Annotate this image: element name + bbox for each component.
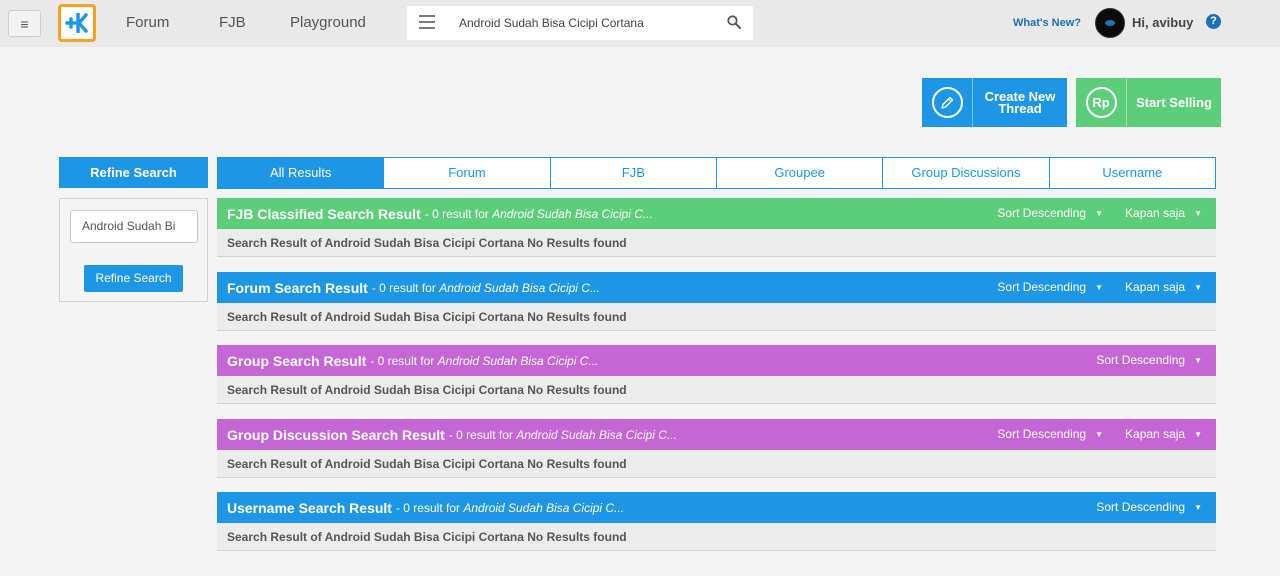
section-body: Search Result of Android Sudah Bisa Cici…: [217, 229, 1216, 257]
search-bar[interactable]: Android Sudah Bisa Cicipi Cortana: [407, 6, 753, 40]
start-selling-label: Start Selling: [1136, 94, 1212, 110]
logo-k-icon: [65, 13, 88, 33]
nav-forum[interactable]: Forum: [126, 14, 169, 31]
forum-result-section: Forum Search Result - 0 result for Andro…: [217, 272, 1216, 331]
result-query: Android Sudah Bisa Cicipi C...: [439, 280, 600, 295]
search-input[interactable]: Android Sudah Bisa Cicipi Cortana: [459, 16, 644, 30]
start-selling-button[interactable]: Rp Start Selling: [1076, 78, 1221, 127]
refine-search-button[interactable]: Refine Search: [84, 265, 183, 292]
kaskus-logo[interactable]: [58, 4, 96, 42]
caret-down-icon: ▼: [1095, 282, 1104, 292]
result-query: Android Sudah Bisa Cicipi C...: [516, 427, 677, 442]
section-title: Group Discussion Search Result: [227, 426, 445, 443]
tab-groupee[interactable]: Groupee: [717, 158, 884, 188]
group-discussion-result-section: Group Discussion Search Result - 0 resul…: [217, 419, 1216, 478]
caret-down-icon: ▼: [1095, 429, 1104, 439]
time-dropdown[interactable]: Kapan saja ▼: [1125, 427, 1202, 441]
section-title: Group Search Result: [227, 352, 367, 369]
caret-down-icon: ▼: [1194, 502, 1202, 512]
nav-playground[interactable]: Playground: [290, 14, 366, 31]
avatar[interactable]: [1095, 8, 1125, 38]
caret-down-icon: ▼: [1095, 208, 1104, 218]
sort-dropdown[interactable]: Sort Descending ▼: [1096, 353, 1202, 367]
time-dropdown[interactable]: Kapan saja ▼: [1125, 280, 1202, 294]
tab-group-discussions[interactable]: Group Discussions: [883, 158, 1050, 188]
section-title: Forum Search Result: [227, 279, 368, 296]
section-body: Search Result of Android Sudah Bisa Cici…: [217, 523, 1216, 551]
result-count: - 0 result for: [371, 280, 436, 295]
create-label-line2: Thread: [998, 100, 1042, 116]
nav-fjb[interactable]: FJB: [219, 14, 246, 31]
caret-down-icon: ▼: [1194, 355, 1202, 365]
username-result-section: Username Search Result - 0 result for An…: [217, 492, 1216, 551]
section-header: FJB Classified Search Result - 0 result …: [217, 198, 1216, 229]
fjb-result-section: FJB Classified Search Result - 0 result …: [217, 198, 1216, 257]
sort-dropdown[interactable]: Sort Descending ▼: [997, 280, 1103, 294]
tab-username[interactable]: Username: [1050, 158, 1215, 188]
section-header: Group Search Result - 0 result for Andro…: [217, 345, 1216, 376]
refine-search-input[interactable]: Android Sudah Bi: [70, 210, 198, 243]
section-body: Search Result of Android Sudah Bisa Cici…: [217, 450, 1216, 478]
section-body: Search Result of Android Sudah Bisa Cici…: [217, 376, 1216, 404]
refine-search-header: Refine Search: [59, 157, 208, 188]
tab-forum[interactable]: Forum: [384, 158, 551, 188]
sort-dropdown[interactable]: Sort Descending ▼: [997, 206, 1103, 220]
result-count: - 0 result for: [448, 427, 513, 442]
caret-down-icon: ▼: [1194, 208, 1202, 218]
search-icon[interactable]: [727, 15, 741, 29]
sort-dropdown[interactable]: Sort Descending ▼: [997, 427, 1103, 441]
caret-down-icon: ▼: [1194, 282, 1202, 292]
top-bar: ≡ Forum FJB Playground Android Sudah Bis…: [0, 0, 1280, 47]
section-body: Search Result of Android Sudah Bisa Cici…: [217, 303, 1216, 331]
section-header: Username Search Result - 0 result for An…: [217, 492, 1216, 523]
tab-fjb[interactable]: FJB: [551, 158, 717, 188]
result-query: Android Sudah Bisa Cicipi C...: [463, 500, 625, 515]
refine-search-panel: Android Sudah Bi Refine Search: [59, 198, 208, 302]
result-count: - 0 result for: [370, 353, 435, 368]
section-header: Forum Search Result - 0 result for Andro…: [217, 272, 1216, 303]
group-result-section: Group Search Result - 0 result for Andro…: [217, 345, 1216, 404]
help-icon[interactable]: ?: [1206, 14, 1221, 29]
section-title: FJB Classified Search Result: [227, 205, 421, 222]
result-tabs: All Results Forum FJB Groupee Group Disc…: [217, 157, 1216, 189]
caret-down-icon: ▼: [1194, 429, 1202, 439]
result-count: - 0 result for: [395, 500, 460, 515]
result-count: - 0 result for: [424, 206, 489, 221]
hamburger-icon[interactable]: ≡: [8, 10, 41, 37]
user-greeting[interactable]: Hi, avibuy: [1132, 15, 1193, 30]
sort-dropdown[interactable]: Sort Descending ▼: [1096, 500, 1202, 514]
time-dropdown[interactable]: Kapan saja ▼: [1125, 206, 1202, 220]
menu-icon[interactable]: [419, 15, 435, 29]
result-query: Android Sudah Bisa Cicipi C...: [492, 206, 653, 221]
create-new-thread-button[interactable]: Create New Thread: [922, 78, 1067, 127]
whats-new-link[interactable]: What's New?: [1013, 17, 1081, 29]
pencil-icon: [931, 87, 963, 118]
tab-all-results[interactable]: All Results: [218, 158, 385, 188]
section-header: Group Discussion Search Result - 0 resul…: [217, 419, 1216, 450]
result-query: Android Sudah Bisa Cicipi C...: [437, 353, 599, 368]
rupiah-icon: Rp: [1085, 87, 1117, 118]
section-title: Username Search Result: [227, 499, 392, 516]
